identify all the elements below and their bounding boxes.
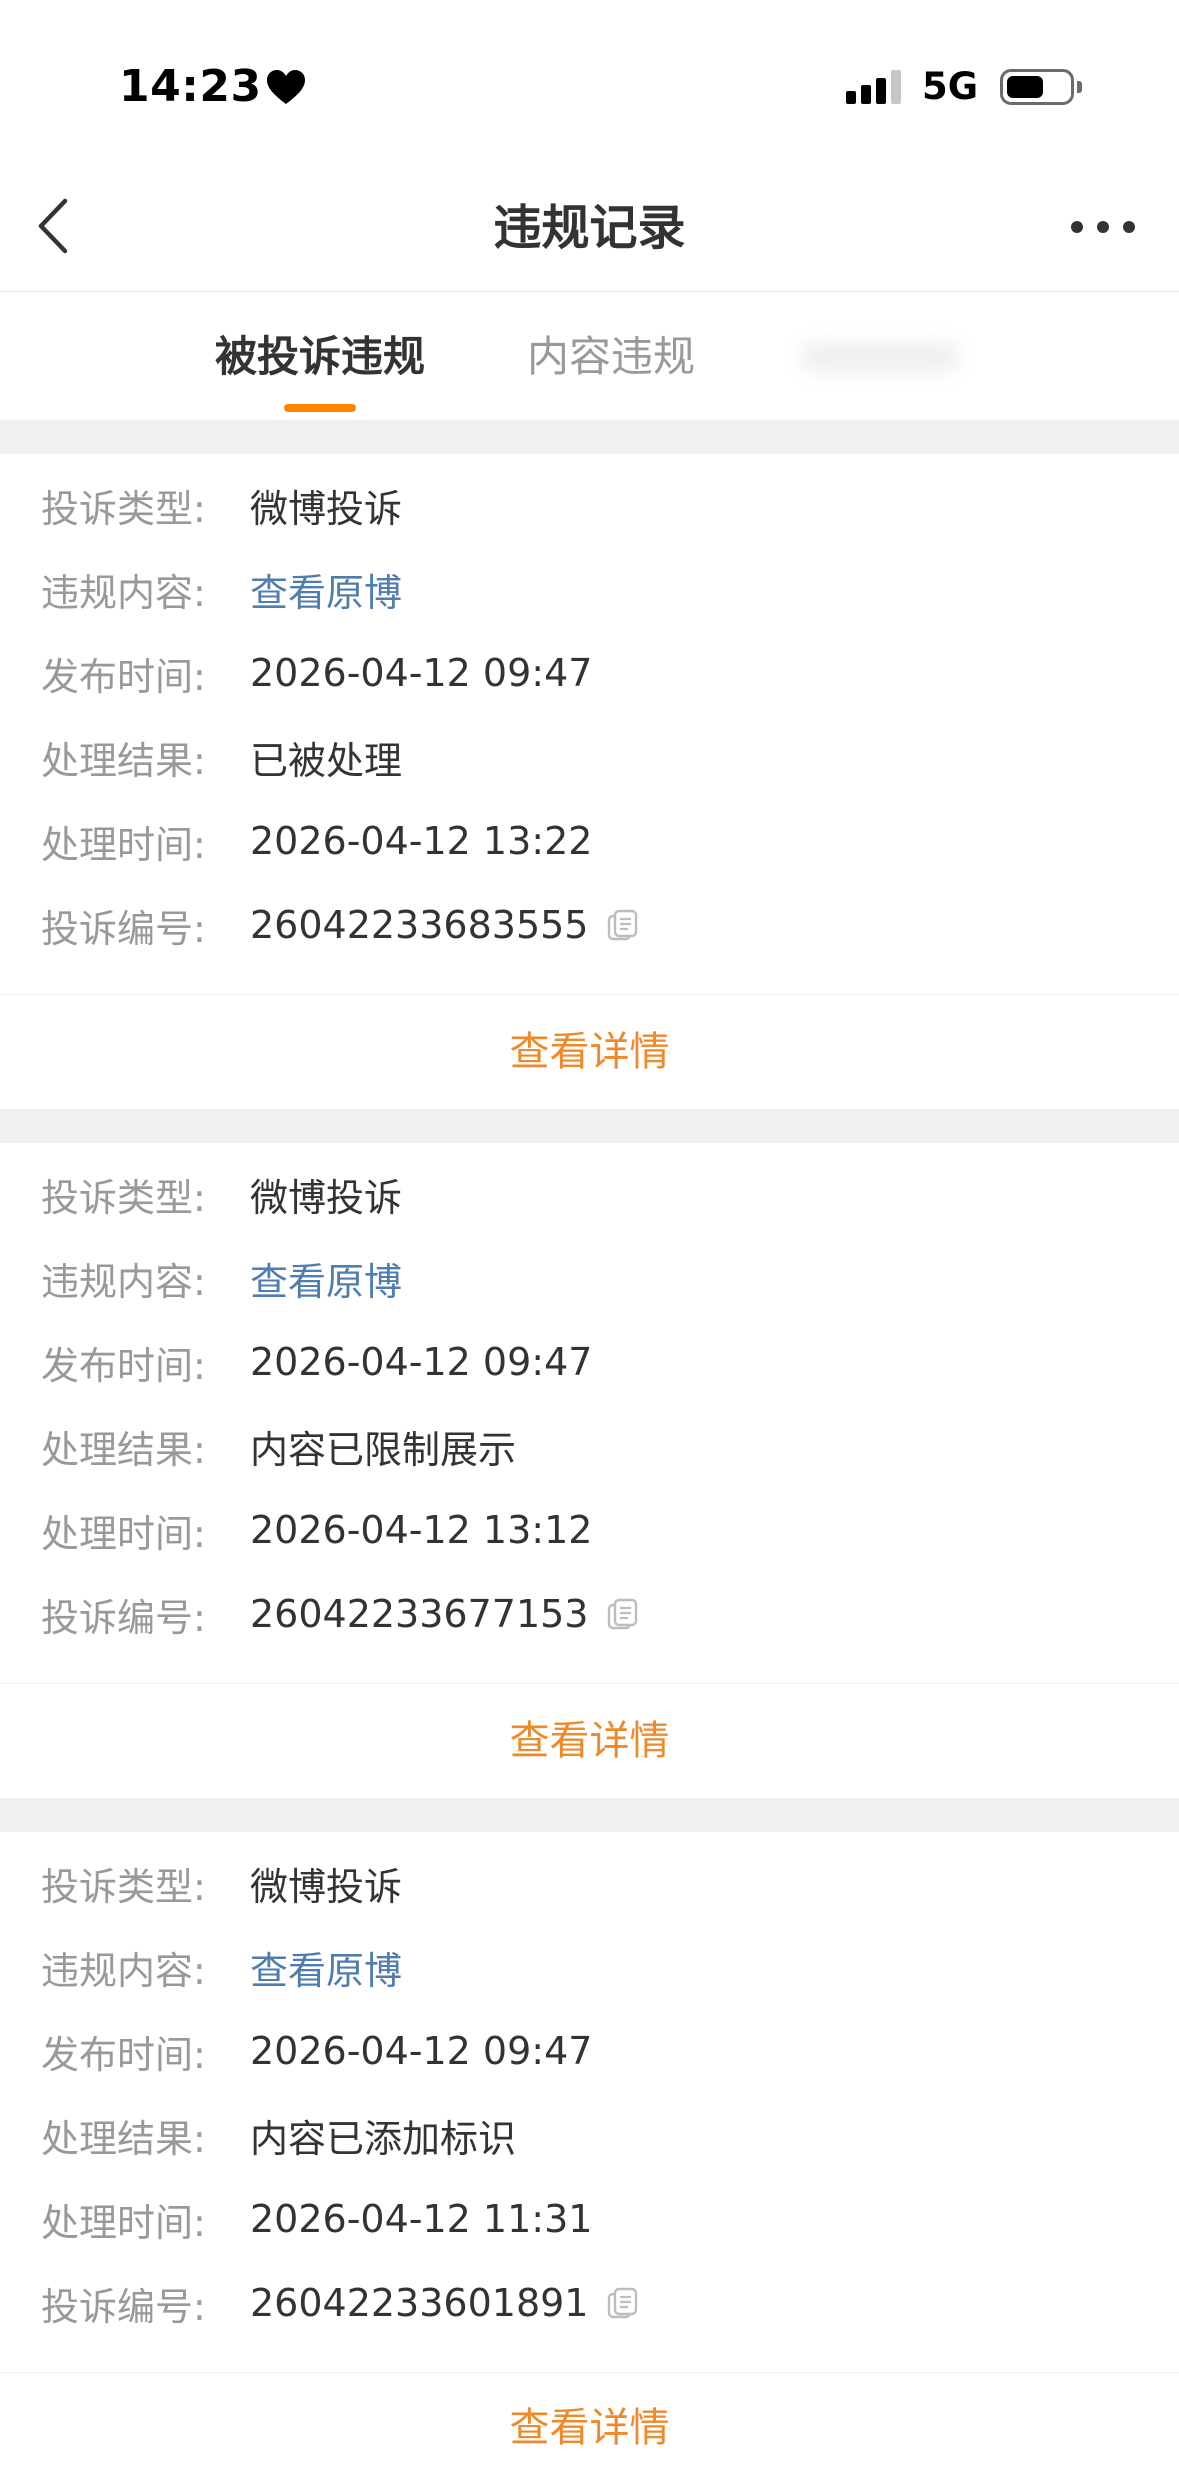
battery-body: [1000, 69, 1074, 105]
section-gap: [0, 1109, 1179, 1143]
handle-time-value: 2026-04-12 13:22: [250, 819, 593, 863]
violation-content-row: 违规内容: 查看原博: [0, 1236, 1179, 1320]
view-original-post-link[interactable]: 查看原博: [250, 1940, 402, 1995]
publish-time-value: 2026-04-12 09:47: [250, 1340, 593, 1384]
publish-time-row: 发布时间: 2026-04-12 09:47: [0, 631, 1179, 715]
handle-time-label: 处理时间:: [41, 1511, 206, 1556]
publish-time-row: 发布时间: 2026-04-12 09:47: [0, 1320, 1179, 1404]
view-detail-button[interactable]: 查看详情: [0, 1683, 1179, 1798]
handle-time-row: 处理时间: 2026-04-12 11:31: [0, 2177, 1179, 2261]
handle-time-label: 处理时间:: [41, 2200, 206, 2245]
publish-time-row: 发布时间: 2026-04-12 09:47: [0, 2009, 1179, 2093]
complaint-type-label: 投诉类型:: [41, 1864, 206, 1909]
complaint-number-row: 投诉编号: 26042233601891: [0, 2261, 1179, 2345]
complaint-number-row: 投诉编号: 26042233683555: [0, 883, 1179, 967]
handle-result-value: 内容已限制展示: [250, 1427, 517, 1472]
status-bar: 14:23 5G: [0, 0, 1179, 164]
record-card: 投诉类型: 微博投诉 违规内容: 查看原博 发布时间: 2026-04-12 09:47 处…: [0, 454, 1179, 1109]
violation-content-label: 违规内容:: [41, 570, 206, 615]
handle-result-label: 处理结果:: [41, 1427, 206, 1472]
handle-result-label: 处理结果:: [41, 2116, 206, 2161]
obscured-label: [800, 342, 960, 372]
handle-result-row: 处理结果: 已被处理: [0, 715, 1179, 799]
complaint-type-row: 投诉类型: 微博投诉: [0, 1152, 1179, 1236]
complaint-type-label: 投诉类型:: [41, 486, 206, 531]
more-dots-icon: [1097, 221, 1109, 233]
violation-content-label: 违规内容:: [41, 1259, 206, 1304]
violation-records-page: 14:23 5G 违规记录 被投诉违规 内容违规 投诉类型: 微博投诉 违规内容…: [0, 0, 1179, 2484]
tab-complained-violations[interactable]: 被投诉违规: [215, 328, 425, 386]
handle-result-label: 处理结果:: [41, 738, 206, 783]
record-fields: 投诉类型: 微博投诉 违规内容: 查看原博 发布时间: 2026-04-12 09:47 处…: [0, 454, 1179, 994]
network-type: 5G: [922, 65, 979, 108]
complaint-number-value: 26042233601891: [250, 2281, 589, 2325]
signal-bar: [876, 78, 886, 104]
signal-bar: [846, 91, 856, 104]
complaint-number-label: 投诉编号:: [41, 906, 206, 951]
copy-icon[interactable]: [606, 908, 640, 942]
section-gap: [0, 420, 1179, 454]
battery-fill: [1007, 76, 1043, 98]
complaint-number-value: 26042233677153: [250, 1592, 589, 1636]
more-button[interactable]: [1066, 206, 1140, 248]
complaint-type-value: 微博投诉: [250, 1864, 403, 1909]
complaint-type-value: 微博投诉: [250, 1175, 403, 1220]
record-card: 投诉类型: 微博投诉 违规内容: 查看原博 发布时间: 2026-04-12 09:47 处…: [0, 1143, 1179, 1798]
publish-time-label: 发布时间:: [41, 2032, 206, 2077]
publish-time-value: 2026-04-12 09:47: [250, 651, 593, 695]
violation-content-label: 违规内容:: [41, 1948, 206, 1993]
active-tab-indicator: [284, 404, 356, 412]
record-fields: 投诉类型: 微博投诉 违规内容: 查看原博 发布时间: 2026-04-12 09:47 处…: [0, 1832, 1179, 2372]
publish-time-value: 2026-04-12 09:47: [250, 2029, 593, 2073]
signal-icon: [846, 70, 904, 104]
signal-bar: [861, 85, 871, 104]
handle-time-row: 处理时间: 2026-04-12 13:22: [0, 799, 1179, 883]
copy-icon[interactable]: [606, 2286, 640, 2320]
handle-result-value: 内容已添加标识: [250, 2116, 517, 2161]
nav-bar: 违规记录: [0, 164, 1179, 292]
heart-icon: [266, 69, 306, 105]
view-original-post-link[interactable]: 查看原博: [250, 562, 402, 617]
battery-cap: [1077, 81, 1082, 93]
handle-time-value: 2026-04-12 11:31: [250, 2197, 593, 2241]
complaint-type-label: 投诉类型:: [41, 1175, 206, 1220]
complaint-number-value: 26042233683555: [250, 903, 589, 947]
handle-result-row: 处理结果: 内容已添加标识: [0, 2093, 1179, 2177]
view-detail-button[interactable]: 查看详情: [0, 994, 1179, 1109]
handle-time-label: 处理时间:: [41, 822, 206, 867]
complaint-number-label: 投诉编号:: [41, 1595, 206, 1640]
status-time: 14:23: [119, 61, 262, 112]
signal-bar: [891, 70, 901, 104]
complaint-type-row: 投诉类型: 微博投诉: [0, 1841, 1179, 1925]
tab-content-violations[interactable]: 内容违规: [527, 328, 695, 386]
complaint-type-row: 投诉类型: 微博投诉: [0, 463, 1179, 547]
violation-content-row: 违规内容: 查看原博: [0, 1925, 1179, 2009]
copy-icon[interactable]: [606, 1597, 640, 1631]
complaint-number-label: 投诉编号:: [41, 2284, 206, 2329]
publish-time-label: 发布时间:: [41, 1343, 206, 1388]
record-fields: 投诉类型: 微博投诉 违规内容: 查看原博 发布时间: 2026-04-12 09:47 处…: [0, 1143, 1179, 1683]
handle-result-row: 处理结果: 内容已限制展示: [0, 1404, 1179, 1488]
battery-icon: [1000, 69, 1084, 105]
page-title: 违规记录: [493, 200, 686, 256]
tab-obscured[interactable]: [792, 330, 970, 382]
handle-result-value: 已被处理: [250, 738, 403, 783]
more-dots-icon: [1123, 221, 1135, 233]
handle-time-value: 2026-04-12 13:12: [250, 1508, 593, 1552]
handle-time-row: 处理时间: 2026-04-12 13:12: [0, 1488, 1179, 1572]
record-card: 投诉类型: 微博投诉 违规内容: 查看原博 发布时间: 2026-04-12 09:47 处…: [0, 1832, 1179, 2484]
section-gap: [0, 1798, 1179, 1832]
view-detail-button[interactable]: 查看详情: [0, 2372, 1179, 2484]
view-original-post-link[interactable]: 查看原博: [250, 1251, 402, 1306]
violation-content-row: 违规内容: 查看原博: [0, 547, 1179, 631]
publish-time-label: 发布时间:: [41, 654, 206, 699]
complaint-number-row: 投诉编号: 26042233677153: [0, 1572, 1179, 1656]
record-list: 投诉类型: 微博投诉 违规内容: 查看原博 发布时间: 2026-04-12 09:47 处…: [0, 420, 1179, 2484]
tab-bar: 被投诉违规 内容违规: [0, 292, 1179, 420]
more-dots-icon: [1071, 221, 1083, 233]
complaint-type-value: 微博投诉: [250, 486, 403, 531]
